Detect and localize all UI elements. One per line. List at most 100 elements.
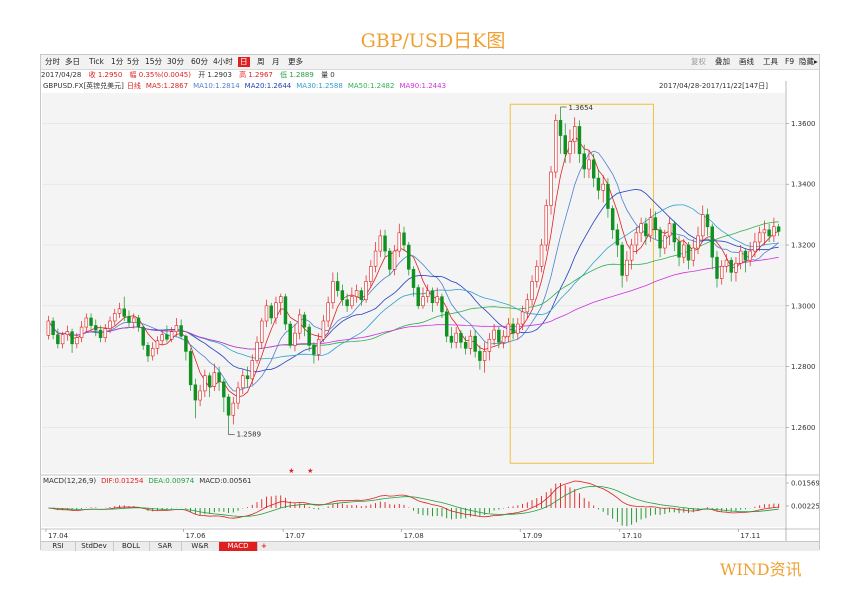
candle-body-62 bbox=[340, 290, 345, 301]
candle-body-47 bbox=[269, 305, 273, 319]
candle-body-85 bbox=[449, 335, 454, 343]
candle-body-120 bbox=[615, 229, 620, 246]
candle-body-137 bbox=[696, 235, 700, 249]
period-tab-6[interactable]: 30分 bbox=[165, 57, 186, 67]
candle-body-63 bbox=[345, 299, 349, 307]
indicator-tab-rsi[interactable]: RSI bbox=[41, 542, 76, 551]
candle-body-19 bbox=[136, 317, 141, 328]
candle-body-135 bbox=[686, 244, 691, 261]
candle-body-79 bbox=[421, 296, 425, 307]
indicator-tab-wr[interactable]: W&R bbox=[181, 542, 220, 551]
toolbar-action-3[interactable]: 工具 bbox=[763, 57, 778, 67]
toolbar-action-5[interactable]: 隐藏▸ bbox=[799, 57, 818, 67]
y-tick-label-3: 1.3200 bbox=[791, 242, 816, 250]
candle-body-31 bbox=[193, 384, 198, 401]
candle-body-130 bbox=[663, 235, 667, 249]
candle-body-28 bbox=[179, 325, 183, 337]
period-tab-12[interactable]: 更多 bbox=[286, 57, 305, 67]
price-chart-svg[interactable]: GBPUSD.FX[英镑兑美元] 日线 MA5:1.2867 MA10:1.2814 M… bbox=[41, 81, 819, 541]
toolbar-action-1[interactable]: 叠加 bbox=[715, 57, 730, 67]
candle-body-149 bbox=[753, 241, 757, 252]
candle-body-127 bbox=[648, 217, 653, 237]
candle-body-83 bbox=[440, 296, 444, 313]
candle-body-53 bbox=[297, 314, 302, 334]
period-toolbar: 分时 多日 Tick 1分 5分 15分 30分 60分 4小时日周月更多 复权 叠加 画线 工具 F9 隐… bbox=[41, 55, 819, 70]
candle-body-133 bbox=[677, 241, 681, 258]
candle-body-59 bbox=[326, 302, 330, 322]
candle-body-140 bbox=[710, 226, 714, 258]
candle-body-107 bbox=[554, 120, 558, 173]
period-tab-2[interactable]: Tick bbox=[87, 57, 106, 67]
candle-body-5 bbox=[70, 331, 74, 345]
candle-body-39 bbox=[231, 402, 236, 416]
low-annotation: 1.2589 bbox=[237, 430, 262, 438]
macd-tick-label-1: 0.00225 bbox=[791, 503, 819, 511]
candle-body-26 bbox=[169, 331, 174, 340]
x-tick-label-1: 17.06 bbox=[186, 532, 207, 540]
candle-body-101 bbox=[525, 299, 530, 313]
candle-body-42 bbox=[245, 375, 250, 380]
candle-body-78 bbox=[416, 287, 420, 307]
period-tab-5[interactable]: 15分 bbox=[143, 57, 164, 67]
legend-date-range: 2017/04/28-2017/11/22[147日] bbox=[659, 82, 768, 90]
candle-body-20 bbox=[141, 326, 145, 346]
candle-body-74 bbox=[397, 232, 401, 252]
macd-legend-item-1: DIF:0.01254 bbox=[101, 477, 144, 485]
candle-body-131 bbox=[667, 223, 672, 237]
candle-body-40 bbox=[236, 387, 240, 404]
candle-body-100 bbox=[520, 311, 525, 325]
candle-body-138 bbox=[701, 214, 705, 237]
candle-body-14 bbox=[113, 313, 117, 322]
macd-legend-item-3: MACD:0.00561 bbox=[199, 477, 251, 485]
candle-body-48 bbox=[274, 302, 278, 319]
candle-body-112 bbox=[577, 126, 582, 155]
candle-body-106 bbox=[549, 171, 553, 206]
indicator-tab-sar[interactable]: SAR bbox=[149, 542, 182, 551]
period-tab-8[interactable]: 4小时 bbox=[211, 57, 235, 67]
period-tab-4[interactable]: 5分 bbox=[125, 57, 141, 67]
period-tab-3[interactable]: 1分 bbox=[109, 57, 125, 67]
candle-body-104 bbox=[539, 244, 544, 267]
candle-body-103 bbox=[535, 265, 539, 282]
candle-body-25 bbox=[165, 334, 169, 340]
high-annotation: 1.3654 bbox=[569, 104, 594, 112]
candle-body-44 bbox=[255, 341, 259, 361]
period-tab-7[interactable]: 60分 bbox=[189, 57, 210, 67]
candle-body-8 bbox=[84, 317, 89, 328]
candle-body-108 bbox=[558, 120, 563, 136]
indicator-tab-macd[interactable]: MACD bbox=[219, 542, 258, 551]
candle-body-129 bbox=[658, 229, 662, 249]
candle-body-75 bbox=[402, 232, 406, 246]
candle-body-90 bbox=[473, 335, 477, 352]
candle-body-36 bbox=[217, 372, 221, 383]
period-tab-0[interactable]: 分时 bbox=[43, 57, 62, 67]
candle-body-80 bbox=[426, 290, 430, 297]
candle-body-13 bbox=[108, 320, 112, 329]
period-tab-1[interactable]: 多日 bbox=[63, 57, 82, 67]
legend-symbol: GBPUSD.FX bbox=[43, 82, 84, 90]
macd-tick-label-0: 0.01569 bbox=[791, 480, 819, 488]
candle-body-61 bbox=[335, 281, 340, 291]
period-tab-10[interactable]: 周 bbox=[255, 57, 267, 67]
macd-legend-item-2: DEA:0.00974 bbox=[148, 477, 194, 485]
candle-body-29 bbox=[184, 335, 188, 352]
candle-body-92 bbox=[482, 351, 487, 361]
candle-body-150 bbox=[757, 232, 762, 243]
toolbar-action-0[interactable]: 复权 bbox=[691, 57, 706, 67]
legend-ma-4: MA50:1.2482 bbox=[348, 82, 395, 90]
indicator-tab-stddev[interactable]: StdDev bbox=[75, 542, 114, 551]
candle-body-144 bbox=[729, 259, 733, 273]
info-low: 低 1.2889 bbox=[280, 71, 314, 79]
candle-body-102 bbox=[530, 281, 534, 301]
period-tab-11[interactable]: 月 bbox=[270, 57, 282, 67]
period-tab-9[interactable]: 日 bbox=[238, 57, 250, 67]
add-indicator-button[interactable]: + bbox=[261, 542, 267, 551]
toolbar-action-4[interactable]: F9 bbox=[785, 57, 794, 67]
candle-body-124 bbox=[634, 232, 639, 246]
legend-ma-3: MA30:1.2588 bbox=[296, 82, 343, 90]
toolbar-action-2[interactable]: 画线 bbox=[739, 57, 754, 67]
candle-body-136 bbox=[691, 247, 695, 261]
indicator-tab-boll[interactable]: BOLL bbox=[113, 542, 150, 551]
candle-body-99 bbox=[516, 323, 520, 334]
candle-body-93 bbox=[487, 338, 492, 352]
